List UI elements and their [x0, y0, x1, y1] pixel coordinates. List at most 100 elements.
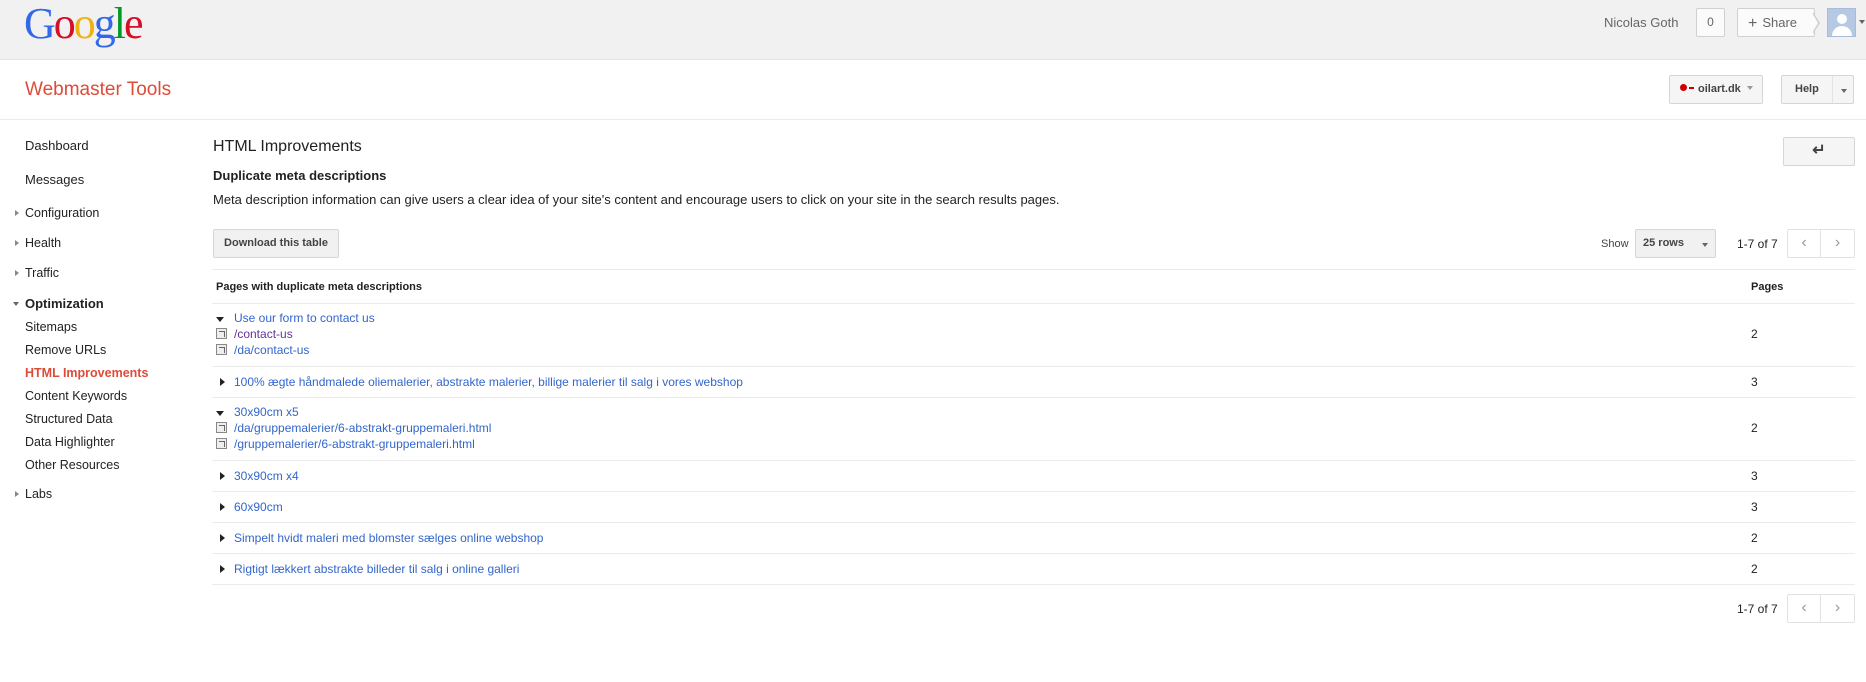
expand-arrow-icon[interactable] — [220, 378, 225, 386]
notification-count-button[interactable]: 0 — [1696, 8, 1725, 37]
sidebar-item-html-improvements[interactable]: HTML Improvements — [25, 366, 148, 380]
back-arrow-icon: ↵ — [1812, 142, 1826, 159]
sidebar-item-label: Labs — [25, 487, 53, 501]
pagination-range-bottom: 1-7 of 7 — [1737, 602, 1778, 616]
table-row-pages: 2 — [1751, 327, 1758, 341]
chevron-down-icon — [1746, 86, 1753, 90]
table-row-pages: 3 — [1751, 375, 1758, 389]
user-name-link[interactable]: Nicolas Goth — [1604, 15, 1678, 30]
sidebar-item-labs[interactable]: Labs — [15, 487, 53, 501]
sidebar-item-remove-urls[interactable]: Remove URLs — [25, 343, 106, 357]
site-selector[interactable]: oilart.dk — [1669, 75, 1763, 104]
show-label: Show — [1601, 238, 1629, 250]
section-description: Meta description information can give us… — [213, 192, 1060, 207]
sidebar-item-messages[interactable]: Messages — [25, 172, 84, 187]
table-row-description[interactable]: Use our form to contact us — [234, 311, 375, 325]
sidebar-item-label: Configuration — [25, 206, 100, 220]
logo-letter: e — [124, 0, 143, 48]
site-favicon-icon — [1680, 84, 1687, 91]
sidebar-item-data-highlighter[interactable]: Data Highlighter — [25, 435, 115, 449]
back-button[interactable]: ↵ — [1783, 137, 1855, 166]
table-row-description[interactable]: Simpelt hvidt maleri med blomster sælges… — [234, 531, 543, 545]
table-row-url[interactable]: /contact-us — [234, 327, 293, 341]
chevron-right-icon: › — [1834, 234, 1841, 251]
divider — [212, 522, 1855, 523]
divider — [212, 397, 1855, 398]
rows-select-value: 25 rows — [1643, 237, 1684, 249]
column-header-description[interactable]: Pages with duplicate meta descriptions — [216, 281, 422, 293]
sidebar-item-label: Health — [25, 236, 62, 250]
top-bar: Google Nicolas Goth 0 + Share — [0, 0, 1866, 60]
external-link-icon[interactable] — [216, 438, 227, 449]
collapse-arrow-icon — [13, 302, 19, 306]
expand-arrow-icon[interactable] — [220, 472, 225, 480]
table-row-description[interactable]: 30x90cm x5 — [234, 405, 299, 419]
next-page-button-bottom[interactable]: › — [1821, 594, 1855, 623]
avatar-head-icon — [1837, 14, 1847, 24]
divider — [212, 584, 1855, 585]
section-title: Duplicate meta descriptions — [213, 168, 387, 183]
chevron-down-icon — [1702, 243, 1708, 247]
table-row-url[interactable]: /gruppemalerier/6-abstrakt-gruppemaleri.… — [234, 437, 475, 451]
table-row-pages: 2 — [1751, 562, 1758, 576]
table-row-description[interactable]: 100% ægte håndmalede oliemalerier, abstr… — [234, 375, 743, 389]
expand-arrow-icon — [15, 491, 19, 497]
divider — [212, 303, 1855, 304]
sidebar-item-configuration[interactable]: Configuration — [15, 206, 100, 220]
expand-arrow-icon[interactable] — [220, 565, 225, 573]
sidebar-item-optimization[interactable]: Optimization — [13, 296, 104, 311]
external-link-icon[interactable] — [216, 422, 227, 433]
divider — [212, 366, 1855, 367]
logo-letter: G — [24, 0, 56, 48]
expand-arrow-icon[interactable] — [220, 534, 225, 542]
sidebar-item-sitemaps[interactable]: Sitemaps — [25, 320, 77, 334]
sidebar-item-traffic[interactable]: Traffic — [15, 266, 59, 280]
avatar-body-icon — [1832, 26, 1852, 36]
column-header-pages[interactable]: Pages — [1751, 281, 1783, 293]
sidebar-item-health[interactable]: Health — [15, 236, 62, 250]
chevron-left-icon: ‹ — [1801, 599, 1807, 616]
google-logo[interactable]: Google — [24, 0, 143, 48]
table-row-description[interactable]: 60x90cm — [234, 500, 283, 514]
share-tip-arrow — [1812, 12, 1820, 34]
chevron-down-icon[interactable] — [1859, 20, 1865, 24]
rows-per-page-select[interactable]: 25 rows — [1635, 229, 1716, 258]
prev-page-button[interactable]: ‹ — [1787, 229, 1821, 258]
divider — [0, 119, 1866, 120]
download-table-button[interactable]: Download this table — [213, 229, 339, 258]
logo-letter: o — [73, 0, 96, 48]
expand-arrow-icon — [15, 240, 19, 246]
collapse-arrow-icon[interactable] — [216, 411, 224, 416]
expand-arrow-icon — [15, 270, 19, 276]
table-row-pages: 3 — [1751, 469, 1758, 483]
table-row-pages: 2 — [1751, 421, 1758, 435]
page-title: HTML Improvements — [213, 138, 362, 155]
app-title[interactable]: Webmaster Tools — [25, 79, 171, 101]
sidebar-item-content-keywords[interactable]: Content Keywords — [25, 389, 127, 403]
collapse-arrow-icon[interactable] — [216, 317, 224, 322]
table-row-pages: 3 — [1751, 500, 1758, 514]
divider — [212, 553, 1855, 554]
sidebar-item-structured-data[interactable]: Structured Data — [25, 412, 113, 426]
expand-arrow-icon — [15, 210, 19, 216]
help-button[interactable]: Help — [1781, 75, 1854, 104]
sidebar-item-dashboard[interactable]: Dashboard — [25, 138, 89, 153]
expand-arrow-icon[interactable] — [220, 503, 225, 511]
prev-page-button-bottom[interactable]: ‹ — [1787, 594, 1821, 623]
plus-icon: + — [1748, 15, 1758, 32]
table-row-url[interactable]: /da/gruppemalerier/6-abstrakt-gruppemale… — [234, 421, 491, 435]
table-row-description[interactable]: 30x90cm x4 — [234, 469, 299, 483]
avatar[interactable] — [1827, 8, 1856, 37]
sidebar-item-other-resources[interactable]: Other Resources — [25, 458, 119, 472]
pagination-range: 1-7 of 7 — [1737, 237, 1778, 251]
external-link-icon[interactable] — [216, 344, 227, 355]
help-label: Help — [1795, 83, 1819, 95]
logo-letter: o — [53, 0, 76, 48]
logo-letter: g — [93, 0, 116, 48]
table-row-url[interactable]: /da/contact-us — [234, 343, 309, 357]
site-favicon-tail — [1689, 87, 1694, 89]
share-button[interactable]: + Share — [1737, 8, 1815, 37]
external-link-icon[interactable] — [216, 328, 227, 339]
next-page-button[interactable]: › — [1821, 229, 1855, 258]
table-row-description[interactable]: Rigtigt lækkert abstrakte billeder til s… — [234, 562, 519, 576]
